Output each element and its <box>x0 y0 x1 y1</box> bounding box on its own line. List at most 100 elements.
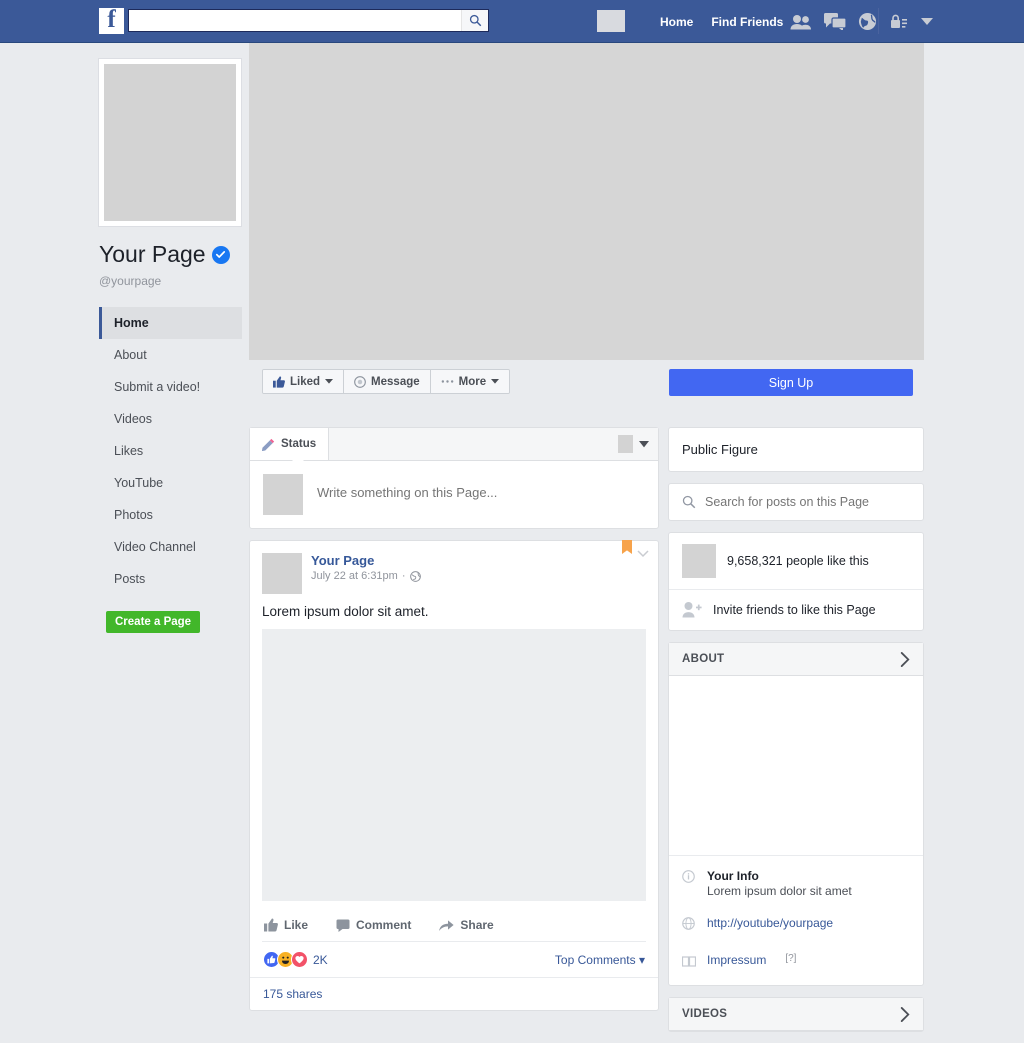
comment-icon <box>336 919 350 932</box>
page-title: Your Page <box>99 241 206 267</box>
post-header: Your Page July 22 at 6:31pm · <box>250 540 658 594</box>
reaction-count[interactable]: 2K <box>313 953 328 967</box>
chevron-down-icon <box>637 550 649 558</box>
tab-status[interactable]: Status <box>250 428 330 466</box>
global-search[interactable] <box>128 9 489 32</box>
account-dropdown-caret-icon[interactable] <box>921 17 933 26</box>
chevron-right-icon <box>900 651 910 667</box>
globe-icon <box>682 916 696 935</box>
book-icon <box>681 953 697 972</box>
composer-audience-thumbnail <box>618 435 633 453</box>
sidebar-item-photos[interactable]: Photos <box>99 499 242 531</box>
invite-friends-row[interactable]: Invite friends to like this Page <box>669 589 923 630</box>
cover-photo[interactable] <box>249 43 924 360</box>
post-author-name[interactable]: Your Page <box>311 553 421 568</box>
message-button[interactable]: Message <box>344 370 431 393</box>
about-row-your-info: Your Info Lorem ipsum dolor sit amet <box>669 860 923 907</box>
post-text: Lorem ipsum dolor sit amet. <box>262 604 429 619</box>
post-author-avatar[interactable] <box>262 553 302 594</box>
post-share-button[interactable]: Share <box>439 918 494 932</box>
page-search-input[interactable] <box>705 495 910 509</box>
search-button[interactable] <box>461 10 488 31</box>
more-button[interactable]: More <box>430 370 510 393</box>
liked-button[interactable]: Liked <box>263 370 345 393</box>
verified-badge-icon <box>211 245 230 264</box>
top-comments-label: Top Comments <box>554 952 636 967</box>
sidebar-item-video-channel[interactable]: Video Channel <box>99 531 242 563</box>
about-row-impressum[interactable]: Impressum [?] <box>669 944 923 981</box>
friend-requests-icon[interactable] <box>790 14 812 30</box>
about-impressum-link[interactable]: Impressum <box>707 953 766 967</box>
top-navigation-bar: f Home Find Friends <box>0 0 1024 43</box>
more-button-label: More <box>458 375 487 388</box>
privacy-lock-icon[interactable] <box>890 14 908 30</box>
post-comment-button[interactable]: Comment <box>336 918 411 932</box>
top-nav-icons <box>790 0 877 43</box>
composer-body <box>250 461 658 528</box>
videos-heading: VIDEOS <box>682 1008 728 1020</box>
post-shares-count[interactable]: 175 shares <box>250 978 658 1010</box>
post-share-label: Share <box>460 918 494 932</box>
message-button-label: Message <box>371 375 420 388</box>
page-category: Public Figure <box>682 442 758 457</box>
nav-link-home[interactable]: Home <box>660 15 693 29</box>
sidebar-item-about[interactable]: About <box>99 339 242 371</box>
post-image[interactable] <box>262 629 646 901</box>
center-column: Status Your Page <box>249 427 659 1022</box>
about-website-link[interactable]: http://youtube/yourpage <box>707 916 833 930</box>
page-canvas: Your Page @yourpage Home About Submit a … <box>0 43 1024 1032</box>
pinned-post-marker[interactable] <box>621 540 649 563</box>
create-a-page-button[interactable]: Create a Page <box>106 611 201 633</box>
notifications-globe-icon[interactable] <box>858 12 877 31</box>
sidebar-item-likes[interactable]: Likes <box>99 435 242 467</box>
likes-count-text: 9,658,321 people like this <box>727 554 869 568</box>
tab-pointer <box>292 460 304 466</box>
top-comments-dropdown[interactable]: Top Comments ▾ <box>555 953 645 967</box>
nav-link-find-friends[interactable]: Find Friends <box>711 15 783 29</box>
impressum-help-icon[interactable]: [?] <box>785 953 796 964</box>
chevron-down-icon <box>639 440 649 447</box>
chevron-right-icon <box>900 1006 910 1022</box>
post-like-button[interactable]: Like <box>264 918 308 932</box>
post-reactions[interactable]: 2K <box>263 951 328 968</box>
page-search-card[interactable] <box>668 483 924 521</box>
ellipsis-icon <box>441 380 453 383</box>
current-user-thumbnail[interactable] <box>597 10 625 32</box>
composer-avatar <box>263 474 303 515</box>
page-action-buttons: Liked Message More <box>262 369 511 394</box>
chevron-down-icon <box>491 379 500 384</box>
videos-section-header[interactable]: VIDEOS <box>669 998 923 1031</box>
sidebar-item-home[interactable]: Home <box>99 307 242 339</box>
sidebar-item-youtube[interactable]: YouTube <box>99 467 242 499</box>
facebook-logo-icon[interactable]: f <box>99 7 124 34</box>
thumbs-up-icon <box>264 918 278 932</box>
page-likes-card: 9,658,321 people like this Invite friend… <box>668 532 924 631</box>
nav-divider <box>878 8 879 34</box>
about-your-info-label: Your Info <box>707 869 759 883</box>
about-map-placeholder <box>669 676 923 855</box>
liked-button-label: Liked <box>290 375 321 388</box>
right-column: Public Figure 9,658,321 people like this <box>668 427 924 1043</box>
globe-icon <box>409 570 421 582</box>
composer-input[interactable] <box>317 474 645 500</box>
sidebar-item-videos[interactable]: Videos <box>99 403 242 435</box>
post-timestamp[interactable]: July 22 at 6:31pm <box>311 570 398 582</box>
chevron-down-icon: ▾ <box>638 952 645 967</box>
likes-thumbnail <box>682 544 716 578</box>
reaction-badges <box>263 951 308 968</box>
invite-friend-icon <box>682 602 702 618</box>
composer-tabs: Status <box>250 428 658 466</box>
composer-audience-selector[interactable] <box>618 435 649 453</box>
about-row-website[interactable]: http://youtube/yourpage <box>669 907 923 944</box>
sidebar-item-submit-a-video[interactable]: Submit a video! <box>99 371 242 403</box>
sidebar-item-posts[interactable]: Posts <box>99 563 242 595</box>
search-input[interactable] <box>129 10 461 31</box>
sign-up-button[interactable]: Sign Up <box>669 369 913 396</box>
search-icon <box>469 14 481 27</box>
about-section-header[interactable]: ABOUT <box>669 643 923 676</box>
page-search[interactable] <box>669 484 923 520</box>
top-nav-links: Home Find Friends <box>660 0 783 43</box>
messages-icon[interactable] <box>824 13 846 30</box>
post-comment-label: Comment <box>356 918 412 932</box>
profile-picture[interactable] <box>99 59 241 226</box>
